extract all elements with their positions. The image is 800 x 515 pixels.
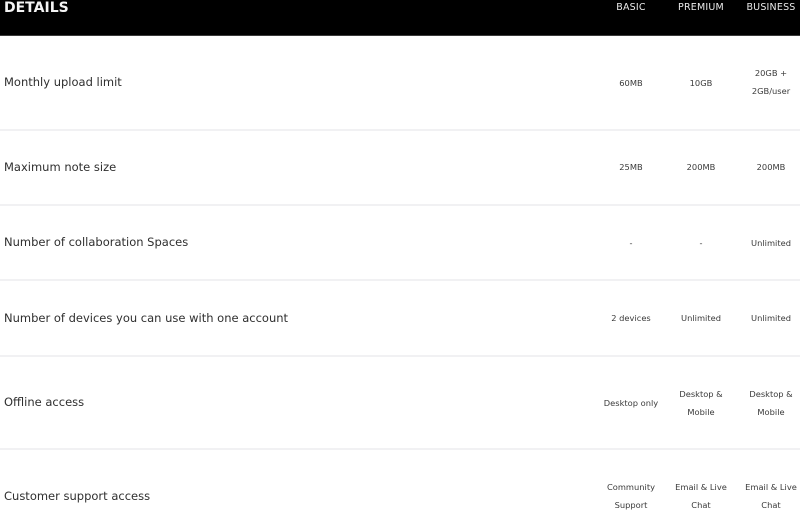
- cell-text: -: [699, 238, 703, 248]
- column-header-basic: BASIC: [616, 2, 646, 13]
- cell-business: Unlimited: [736, 309, 800, 327]
- row-label: Monthly upload limit: [4, 75, 122, 89]
- row-label: Number of devices you can use with one a…: [4, 311, 289, 325]
- cell-basic: 25MB: [596, 158, 666, 176]
- column-header-premium: PREMIUM: [678, 2, 724, 13]
- table-row-maximum-note-size: Maximum note size 25MB 200MB 200MB: [0, 131, 800, 206]
- cell-text: Desktop &: [749, 389, 793, 399]
- cell-text: Unlimited: [751, 313, 791, 323]
- cell-text: Desktop only: [603, 398, 659, 408]
- table-row-monthly-upload-limit: Monthly upload limit 60MB 10GB 20GB + 2G…: [0, 37, 800, 131]
- cell-text: Support: [614, 500, 648, 510]
- cell-text: 2 devices: [611, 313, 651, 323]
- cell-premium: 10GB: [666, 74, 736, 92]
- cell-text: Community: [606, 482, 656, 492]
- cell-basic: -: [596, 234, 666, 252]
- cell-basic: 2 devices: [596, 309, 666, 327]
- cell-business: Desktop & Mobile: [736, 385, 800, 421]
- cell-text: Chat: [691, 500, 711, 510]
- table-header: DETAILS BASIC PREMIUM BUSINESS: [0, 0, 800, 36]
- cell-premium: Desktop & Mobile: [666, 385, 736, 421]
- column-header-business: BUSINESS: [746, 2, 796, 13]
- cell-text: Desktop &: [679, 389, 723, 399]
- cell-text: Unlimited: [681, 313, 721, 323]
- cell-business: 200MB: [736, 158, 800, 176]
- cell-text: 25MB: [619, 162, 643, 172]
- cell-text: Email & Live: [675, 482, 727, 492]
- row-label: Offline access: [4, 395, 85, 409]
- row-label: Customer support access: [4, 489, 151, 503]
- cell-premium: Email & Live Chat: [666, 478, 736, 514]
- cell-basic: 60MB: [596, 74, 666, 92]
- cell-text: -: [629, 238, 633, 248]
- cell-text: 10GB: [689, 78, 713, 88]
- cell-text: Unlimited: [751, 238, 791, 248]
- row-label: Maximum note size: [4, 160, 117, 174]
- table-row-number-of-devices: Number of devices you can use with one a…: [0, 281, 800, 357]
- cell-text: 2GB/user: [751, 86, 791, 96]
- details-heading: DETAILS: [4, 0, 69, 16]
- cell-text: 200MB: [756, 162, 786, 172]
- cell-text: Chat: [761, 500, 781, 510]
- table-row-customer-support: Customer support access Community Suppor…: [0, 450, 800, 515]
- cell-premium: -: [666, 234, 736, 252]
- cell-text: Mobile: [757, 407, 785, 417]
- cell-business: Email & Live Chat: [736, 478, 800, 514]
- cell-premium: Unlimited: [666, 309, 736, 327]
- cell-text: 60MB: [619, 78, 643, 88]
- row-label: Number of collaboration Spaces: [4, 235, 189, 249]
- cell-text: 200MB: [686, 162, 716, 172]
- plan-comparison-table: DETAILS BASIC PREMIUM BUSINESS Monthly u…: [0, 0, 800, 515]
- cell-basic: Community Support: [596, 478, 666, 514]
- cell-business: Unlimited: [736, 234, 800, 252]
- cell-text: Mobile: [687, 407, 715, 417]
- table-row-offline-access: Offline access Desktop only Desktop & Mo…: [0, 357, 800, 450]
- cell-business: 20GB + 2GB/user: [736, 64, 800, 100]
- cell-premium: 200MB: [666, 158, 736, 176]
- table-row-collaboration-spaces: Number of collaboration Spaces - - Unlim…: [0, 206, 800, 281]
- cell-basic: Desktop only: [596, 394, 666, 412]
- cell-text: 20GB +: [754, 68, 788, 78]
- cell-text: Email & Live: [745, 482, 797, 492]
